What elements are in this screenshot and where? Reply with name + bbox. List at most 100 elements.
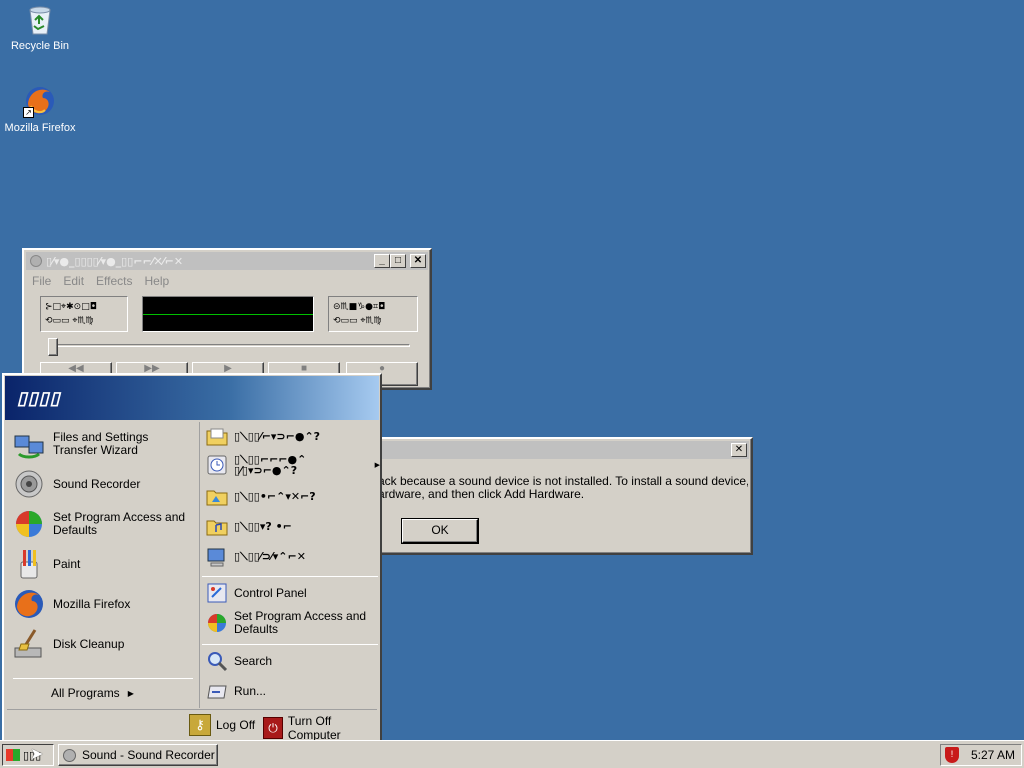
position-label: ⊱□⌖✱⊙□◘ <box>45 302 97 312</box>
taskbar: ▯▯▯ Sound - Sound Recorder ! 5:27 AM ➤ <box>0 740 1024 768</box>
dialog-titlebar[interactable]: ✕ <box>364 441 749 459</box>
window-title: ▯⁄▾●_▯▯▯▯⁄▾●_▯▯⌐⌐⁄✕⁄⌐✕ <box>46 254 184 268</box>
separator <box>202 576 378 577</box>
menu-file[interactable]: File <box>32 274 51 288</box>
sound-recorder-titlebar[interactable]: ▯⁄▾●_▯▯▯▯⁄▾●_▯▯⌐⌐⁄✕⁄⌐✕ _ □ ✕ <box>26 252 428 270</box>
menu-edit[interactable]: Edit <box>63 274 84 288</box>
ok-button[interactable]: OK <box>401 518 479 544</box>
start-menu: ▯▯▯▯ Files and Settings Transfer Wizard … <box>2 373 382 743</box>
submenu-arrow-icon: ▶ <box>374 461 380 469</box>
run-icon <box>206 680 228 702</box>
dialog-close-button[interactable]: ✕ <box>731 443 747 457</box>
recent-documents-icon <box>206 454 228 476</box>
sound-recorder-icon <box>13 468 45 500</box>
turn-off-label: Turn Off Computer <box>287 714 341 742</box>
sm-item-label: ▯⟍▯▯▾? •⌐ <box>234 520 292 533</box>
sm-item-label: Control Panel <box>234 586 307 600</box>
sm-item-label: Files and Settings Transfer Wizard <box>53 430 149 457</box>
sm-item-mozilla-firefox[interactable]: Mozilla Firefox <box>13 588 193 620</box>
turn-off-button[interactable]: ⏻ Turn Off Computer <box>263 714 377 742</box>
separator <box>13 678 193 679</box>
transfer-wizard-icon <box>13 428 45 460</box>
sm-item-label: ▯⟍▯▯⁄⌐▾⊃⌐●⌃? <box>234 430 321 443</box>
shortcut-arrow-icon: ↗ <box>23 107 34 118</box>
sm-item-label: ▯⟍▯▯⁄⊃⁄▾⌃⌐✕ <box>234 550 306 563</box>
sm-item-label: Disk Cleanup <box>53 636 125 651</box>
sm-item-label: Mozilla Firefox <box>53 596 131 611</box>
clock[interactable]: 5:27 AM <box>971 748 1015 762</box>
waveform-display <box>142 296 314 332</box>
sm-item-run[interactable]: Run... <box>206 680 376 702</box>
separator <box>202 644 378 645</box>
sm-item-set-program-access-right[interactable]: Set Program Access and Defaults <box>206 610 376 636</box>
waveform-line <box>143 314 313 315</box>
length-label: ⊝♏■♑●⌗◘ <box>333 302 386 312</box>
sm-item-label: ▯⟍▯▯•⌐⌃▾✕⌐? <box>234 490 316 503</box>
program-access-icon <box>206 612 228 634</box>
sm-right-item-4[interactable]: ▯⟍▯▯▾? •⌐ <box>206 516 376 538</box>
error-dialog: ✕ ack because a sound device is not inst… <box>360 437 753 555</box>
disk-cleanup-icon <box>13 628 45 660</box>
windows-logo-icon <box>6 749 20 761</box>
menu-help[interactable]: Help <box>145 274 170 288</box>
log-off-button[interactable]: ⚷ Log Off <box>189 714 255 736</box>
sm-right-item-3[interactable]: ▯⟍▯▯•⌐⌃▾✕⌐? <box>206 486 376 508</box>
minimize-button[interactable]: _ <box>374 254 390 268</box>
mouse-cursor-icon: ➤ <box>30 746 44 763</box>
desktop-icon-recycle-bin[interactable]: Recycle Bin <box>0 2 80 52</box>
start-menu-header: ▯▯▯▯ <box>5 376 379 420</box>
menu-effects[interactable]: Effects <box>96 274 132 288</box>
sm-right-item-5[interactable]: ▯⟍▯▯⁄⊃⁄▾⌃⌐✕ <box>206 546 376 568</box>
program-access-icon <box>13 508 45 540</box>
sound-recorder-icon <box>63 748 76 762</box>
sm-item-disk-cleanup[interactable]: Disk Cleanup <box>13 628 193 660</box>
start-menu-user-name: ▯▯▯▯ <box>17 387 61 408</box>
maximize-button[interactable]: □ <box>390 254 406 268</box>
sm-item-sound-recorder[interactable]: Sound Recorder <box>13 468 193 500</box>
position-panel: ⊱□⌖✱⊙□◘ ⟲▭▭ ⌖♏♍ <box>40 296 128 332</box>
control-panel-icon <box>206 582 228 604</box>
key-icon: ⚷ <box>189 714 211 736</box>
sm-item-search[interactable]: Search <box>206 650 376 672</box>
firefox-icon <box>13 588 45 620</box>
log-off-label: Log Off <box>216 718 256 732</box>
dialog-message-line: ack because a sound device is not instal… <box>378 475 748 488</box>
sm-right-item-2[interactable]: ▯⟍▯▯⌐⌐⌐●⌃ ▯⁄▯▾⊃⌐●⌃? ▶ <box>206 454 380 477</box>
start-menu-footer: ⚷ Log Off ⏻ Turn Off Computer <box>7 709 377 742</box>
sound-recorder-app-icon <box>30 255 42 267</box>
sm-item-label: Run... <box>234 684 267 698</box>
taskbar-item-label: Sound - Sound Recorder <box>82 748 215 762</box>
desktop-icon-firefox[interactable]: ↗ Mozilla Firefox <box>0 84 80 134</box>
taskbar-item-sound-recorder[interactable]: Sound - Sound Recorder <box>58 744 218 766</box>
security-shield-icon[interactable]: ! <box>945 747 959 763</box>
close-button[interactable]: ✕ <box>410 254 426 268</box>
firefox-icon: ↗ <box>23 84 57 118</box>
start-menu-right-pane: ▯⟍▯▯⁄⌐▾⊃⌐●⌃? ▯⟍▯▯⌐⌐⌐●⌃ ▯⁄▯▾⊃⌐●⌃? ▶ ▯⟍▯▯•… <box>199 422 380 708</box>
search-icon <box>206 650 228 672</box>
desktop-icon-label: Mozilla Firefox <box>4 122 76 134</box>
length-panel: ⊝♏■♑●⌗◘ ⟲▭▭ ⌖♏♍ <box>328 296 418 332</box>
folder-music-icon <box>206 516 228 538</box>
folder-documents-icon <box>206 426 228 448</box>
arrow-right-icon: ▶ <box>127 688 134 698</box>
sound-recorder-window: ▯⁄▾●_▯▯▯▯⁄▾●_▯▯⌐⌐⁄✕⁄⌐✕ _ □ ✕ File Edit E… <box>22 248 432 390</box>
folder-pictures-icon <box>206 486 228 508</box>
seek-slider-handle[interactable] <box>48 338 58 356</box>
start-button[interactable]: ▯▯▯ <box>2 744 54 766</box>
recycle-bin-icon <box>23 2 57 36</box>
all-programs-button[interactable]: All Programs ▶ <box>51 686 134 700</box>
sm-item-label: Paint <box>53 556 81 571</box>
my-computer-icon <box>206 546 228 568</box>
sm-item-files-transfer-wizard[interactable]: Files and Settings Transfer Wizard <box>13 428 193 460</box>
sm-item-control-panel[interactable]: Control Panel <box>206 582 376 604</box>
position-value: ⟲▭▭ ⌖♏♍ <box>45 316 94 326</box>
sm-item-paint[interactable]: Paint <box>13 548 193 580</box>
paint-icon <box>13 548 45 580</box>
sm-item-set-program-access[interactable]: Set Program Access and Defaults <box>13 508 193 540</box>
sm-right-item-1[interactable]: ▯⟍▯▯⁄⌐▾⊃⌐●⌃? <box>206 426 376 448</box>
length-value: ⟲▭▭ ⌖♏♍ <box>333 316 382 326</box>
sm-item-label: Search <box>234 654 273 668</box>
system-tray: ! 5:27 AM <box>940 744 1022 766</box>
menu-bar: File Edit Effects Help <box>24 272 430 290</box>
sm-item-label-2: ▯⁄▯▾⊃⌐●⌃? <box>234 464 298 477</box>
